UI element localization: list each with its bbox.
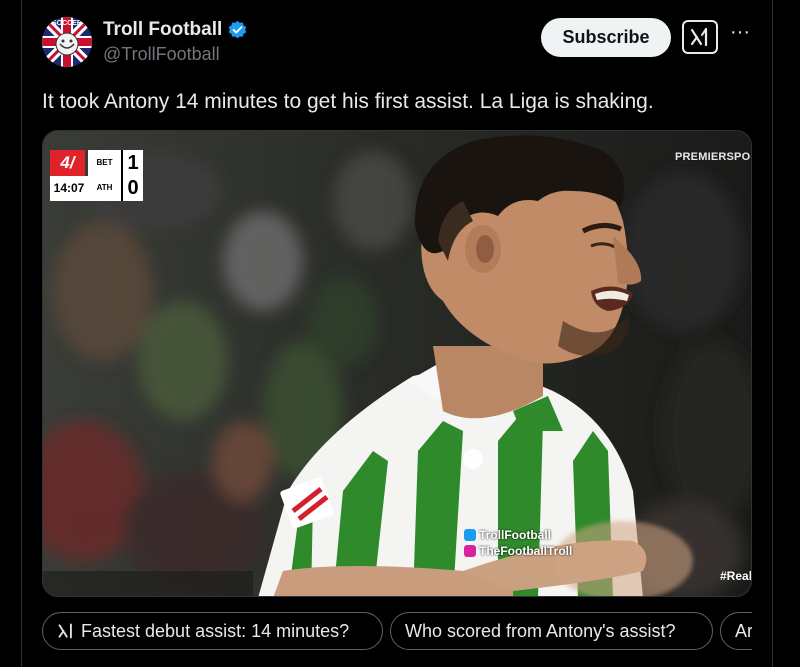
away-score: 0 — [127, 177, 139, 199]
watermark-twitter: TrollFootball — [479, 528, 551, 542]
video-frame-image — [43, 131, 751, 596]
watermark: TrollFootball TheFootballTroll — [464, 527, 572, 559]
suggestion-label: Who scored from Antony's assist? — [405, 620, 676, 641]
avatar[interactable]: SOCCER — [42, 17, 92, 67]
scoreboard: 4/ 14:07 BET ATH 1 0 — [50, 150, 144, 202]
suggestion-chip[interactable]: Fastest debut assist: 14 minutes? — [42, 612, 383, 650]
home-team: BET — [96, 158, 113, 167]
scoreboard-scores: 1 0 — [121, 150, 143, 201]
match-clock: 14:07 — [50, 176, 88, 201]
suggestion-chip[interactable]: Ar — [720, 612, 752, 650]
laliga-logo-icon: 4/ — [50, 150, 85, 176]
watermark-instagram: TheFootballTroll — [479, 544, 573, 558]
display-name[interactable]: Troll Football — [103, 19, 222, 41]
more-options-icon[interactable]: ··· — [728, 22, 752, 50]
grok-icon — [58, 623, 72, 639]
tweet-text: It took Antony 14 minutes to get his fir… — [42, 90, 654, 113]
suggestion-label: Fastest debut assist: 14 minutes? — [81, 620, 350, 641]
home-score: 1 — [127, 152, 139, 174]
away-team: ATH — [96, 183, 113, 192]
avatar-flag-icon: SOCCER — [42, 17, 92, 67]
twitter-icon — [464, 529, 476, 541]
scoreboard-teams: BET ATH — [88, 150, 121, 201]
grok-icon — [690, 27, 708, 47]
svg-text:SOCCER: SOCCER — [52, 20, 82, 27]
name-row: Troll Football — [103, 19, 248, 41]
tweet-media-video[interactable]: 4/ 14:07 BET ATH 1 0 PREMIERSPOR TrollFo… — [42, 130, 752, 597]
subscribe-button[interactable]: Subscribe — [541, 18, 671, 57]
grok-suggestions: Fastest debut assist: 14 minutes? Who sc… — [42, 612, 752, 650]
user-handle[interactable]: @TrollFootball — [103, 44, 220, 65]
broadcaster-logo: PREMIERSPOR — [675, 151, 752, 163]
grok-button[interactable] — [682, 20, 718, 54]
suggestion-chip[interactable]: Who scored from Antony's assist? — [390, 612, 713, 650]
video-hashtag: #Real — [720, 569, 752, 583]
instagram-icon — [464, 545, 476, 557]
suggestion-label: Ar — [735, 620, 752, 641]
verified-badge-icon — [229, 20, 247, 38]
